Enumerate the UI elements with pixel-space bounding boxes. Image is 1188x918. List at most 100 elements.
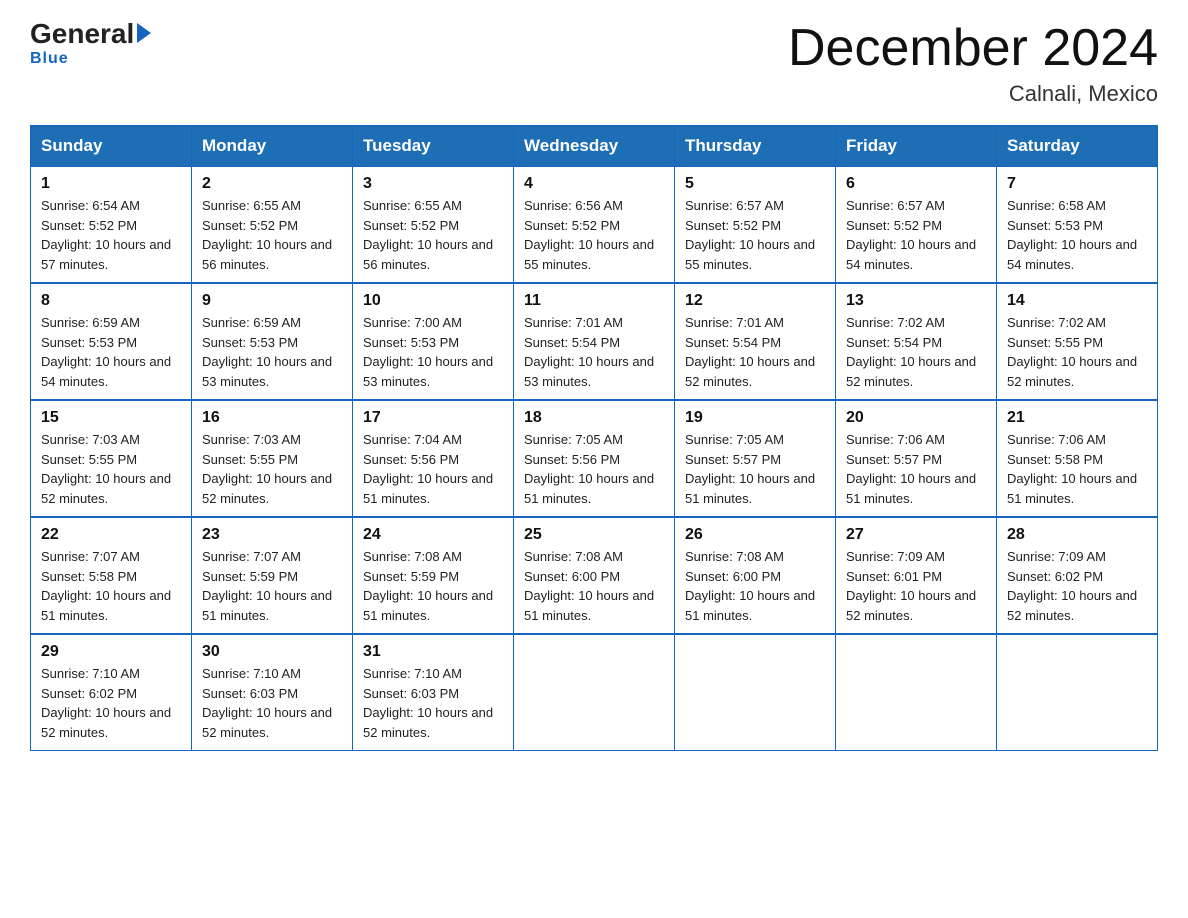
calendar-cell: 17 Sunrise: 7:04 AMSunset: 5:56 PMDayligh… [353, 400, 514, 517]
day-info: Sunrise: 7:08 AMSunset: 6:00 PMDaylight:… [524, 547, 664, 625]
day-number: 6 [846, 175, 986, 193]
day-info: Sunrise: 6:56 AMSunset: 5:52 PMDaylight:… [524, 196, 664, 274]
day-number: 9 [202, 292, 342, 310]
day-number: 25 [524, 526, 664, 544]
calendar-cell: 22 Sunrise: 7:07 AMSunset: 5:58 PMDayligh… [31, 517, 192, 634]
calendar-cell: 25 Sunrise: 7:08 AMSunset: 6:00 PMDayligh… [514, 517, 675, 634]
day-info: Sunrise: 7:10 AMSunset: 6:03 PMDaylight:… [202, 664, 342, 742]
day-number: 2 [202, 175, 342, 193]
day-info: Sunrise: 7:03 AMSunset: 5:55 PMDaylight:… [41, 430, 181, 508]
day-info: Sunrise: 7:09 AMSunset: 6:02 PMDaylight:… [1007, 547, 1147, 625]
calendar-cell: 4 Sunrise: 6:56 AMSunset: 5:52 PMDaylight… [514, 167, 675, 284]
day-info: Sunrise: 7:10 AMSunset: 6:03 PMDaylight:… [363, 664, 503, 742]
logo-blue-text: Blue [30, 50, 69, 68]
calendar-cell: 6Sunrise: 6:57 AMSunset: 5:52 PMDaylight… [836, 167, 997, 284]
calendar-cell: 14Sunrise: 7:02 AMSunset: 5:55 PMDayligh… [997, 283, 1158, 400]
logo-general-text: General [30, 20, 134, 48]
day-number: 14 [1007, 292, 1147, 310]
day-number: 21 [1007, 409, 1147, 427]
day-number: 31 [363, 643, 503, 661]
day-number: 28 [1007, 526, 1147, 544]
page-header: General Blue December 2024 Calnali, Mexi… [30, 20, 1158, 107]
calendar-cell: 23Sunrise: 7:07 AMSunset: 5:59 PMDayligh… [192, 517, 353, 634]
day-info: Sunrise: 6:57 AMSunset: 5:52 PMDaylight:… [685, 196, 825, 274]
calendar-cell: 29Sunrise: 7:10 AMSunset: 6:02 PMDayligh… [31, 634, 192, 751]
weekday-header-saturday: Saturday [997, 126, 1158, 167]
day-info: Sunrise: 7:08 AMSunset: 6:00 PMDaylight:… [685, 547, 825, 625]
calendar-cell: 1 Sunrise: 6:54 AMSunset: 5:52 PMDaylight… [31, 167, 192, 284]
day-info: Sunrise: 7:04 AMSunset: 5:56 PMDaylight:… [363, 430, 503, 508]
day-info: Sunrise: 6:59 AMSunset: 5:53 PMDaylight:… [41, 313, 181, 391]
calendar-week-row: 1 Sunrise: 6:54 AMSunset: 5:52 PMDaylight… [31, 167, 1158, 284]
calendar-cell: 5 Sunrise: 6:57 AMSunset: 5:52 PMDaylight… [675, 167, 836, 284]
day-info: Sunrise: 7:01 AMSunset: 5:54 PMDaylight:… [685, 313, 825, 391]
day-info: Sunrise: 7:06 AMSunset: 5:57 PMDaylight:… [846, 430, 986, 508]
location-label: Calnali, Mexico [788, 81, 1158, 107]
day-info: Sunrise: 6:59 AMSunset: 5:53 PMDaylight:… [202, 313, 342, 391]
day-info: Sunrise: 7:00 AMSunset: 5:53 PMDaylight:… [363, 313, 503, 391]
day-info: Sunrise: 7:03 AMSunset: 5:55 PMDaylight:… [202, 430, 342, 508]
calendar-cell: 11 Sunrise: 7:01 AMSunset: 5:54 PMDayligh… [514, 283, 675, 400]
calendar-cell: 24 Sunrise: 7:08 AMSunset: 5:59 PMDayligh… [353, 517, 514, 634]
day-number: 30 [202, 643, 342, 661]
calendar-cell: 31 Sunrise: 7:10 AMSunset: 6:03 PMDayligh… [353, 634, 514, 751]
calendar-week-row: 15 Sunrise: 7:03 AMSunset: 5:55 PMDayligh… [31, 400, 1158, 517]
calendar-cell: 13 Sunrise: 7:02 AMSunset: 5:54 PMDayligh… [836, 283, 997, 400]
day-number: 4 [524, 175, 664, 193]
day-number: 11 [524, 292, 664, 310]
day-number: 1 [41, 175, 181, 193]
day-info: Sunrise: 7:07 AMSunset: 5:59 PMDaylight:… [202, 547, 342, 625]
day-info: Sunrise: 7:06 AMSunset: 5:58 PMDaylight:… [1007, 430, 1147, 508]
day-number: 24 [363, 526, 503, 544]
day-number: 12 [685, 292, 825, 310]
day-number: 8 [41, 292, 181, 310]
calendar-cell [675, 634, 836, 751]
day-info: Sunrise: 6:54 AMSunset: 5:52 PMDaylight:… [41, 196, 181, 274]
calendar-week-row: 29Sunrise: 7:10 AMSunset: 6:02 PMDayligh… [31, 634, 1158, 751]
day-info: Sunrise: 7:10 AMSunset: 6:02 PMDaylight:… [41, 664, 181, 742]
day-info: Sunrise: 7:02 AMSunset: 5:54 PMDaylight:… [846, 313, 986, 391]
calendar-cell: 7Sunrise: 6:58 AMSunset: 5:53 PMDaylight… [997, 167, 1158, 284]
day-number: 15 [41, 409, 181, 427]
weekday-header-sunday: Sunday [31, 126, 192, 167]
day-number: 3 [363, 175, 503, 193]
day-number: 17 [363, 409, 503, 427]
calendar-cell: 2 Sunrise: 6:55 AMSunset: 5:52 PMDaylight… [192, 167, 353, 284]
weekday-header-row: SundayMondayTuesdayWednesdayThursdayFrid… [31, 126, 1158, 167]
header-right: December 2024 Calnali, Mexico [788, 20, 1158, 107]
calendar-cell [514, 634, 675, 751]
day-info: Sunrise: 7:07 AMSunset: 5:58 PMDaylight:… [41, 547, 181, 625]
weekday-header-tuesday: Tuesday [353, 126, 514, 167]
day-info: Sunrise: 7:05 AMSunset: 5:57 PMDaylight:… [685, 430, 825, 508]
day-info: Sunrise: 7:09 AMSunset: 6:01 PMDaylight:… [846, 547, 986, 625]
day-info: Sunrise: 7:08 AMSunset: 5:59 PMDaylight:… [363, 547, 503, 625]
day-info: Sunrise: 6:55 AMSunset: 5:52 PMDaylight:… [363, 196, 503, 274]
calendar-cell: 16Sunrise: 7:03 AMSunset: 5:55 PMDayligh… [192, 400, 353, 517]
calendar-cell: 20Sunrise: 7:06 AMSunset: 5:57 PMDayligh… [836, 400, 997, 517]
calendar-cell: 28 Sunrise: 7:09 AMSunset: 6:02 PMDayligh… [997, 517, 1158, 634]
day-info: Sunrise: 6:58 AMSunset: 5:53 PMDaylight:… [1007, 196, 1147, 274]
calendar-week-row: 8 Sunrise: 6:59 AMSunset: 5:53 PMDaylight… [31, 283, 1158, 400]
day-number: 13 [846, 292, 986, 310]
day-number: 19 [685, 409, 825, 427]
calendar-cell: 30 Sunrise: 7:10 AMSunset: 6:03 PMDayligh… [192, 634, 353, 751]
logo-arrow-icon [137, 23, 151, 43]
calendar-cell: 18 Sunrise: 7:05 AMSunset: 5:56 PMDayligh… [514, 400, 675, 517]
day-info: Sunrise: 6:55 AMSunset: 5:52 PMDaylight:… [202, 196, 342, 274]
calendar-cell: 15 Sunrise: 7:03 AMSunset: 5:55 PMDayligh… [31, 400, 192, 517]
day-number: 18 [524, 409, 664, 427]
calendar-week-row: 22 Sunrise: 7:07 AMSunset: 5:58 PMDayligh… [31, 517, 1158, 634]
calendar-cell [997, 634, 1158, 751]
day-number: 26 [685, 526, 825, 544]
calendar-table: SundayMondayTuesdayWednesdayThursdayFrid… [30, 125, 1158, 751]
calendar-cell: 21 Sunrise: 7:06 AMSunset: 5:58 PMDayligh… [997, 400, 1158, 517]
calendar-cell [836, 634, 997, 751]
calendar-cell: 8 Sunrise: 6:59 AMSunset: 5:53 PMDaylight… [31, 283, 192, 400]
day-info: Sunrise: 7:01 AMSunset: 5:54 PMDaylight:… [524, 313, 664, 391]
day-number: 22 [41, 526, 181, 544]
day-number: 5 [685, 175, 825, 193]
weekday-header-thursday: Thursday [675, 126, 836, 167]
weekday-header-wednesday: Wednesday [514, 126, 675, 167]
day-info: Sunrise: 7:05 AMSunset: 5:56 PMDaylight:… [524, 430, 664, 508]
calendar-cell: 19 Sunrise: 7:05 AMSunset: 5:57 PMDayligh… [675, 400, 836, 517]
